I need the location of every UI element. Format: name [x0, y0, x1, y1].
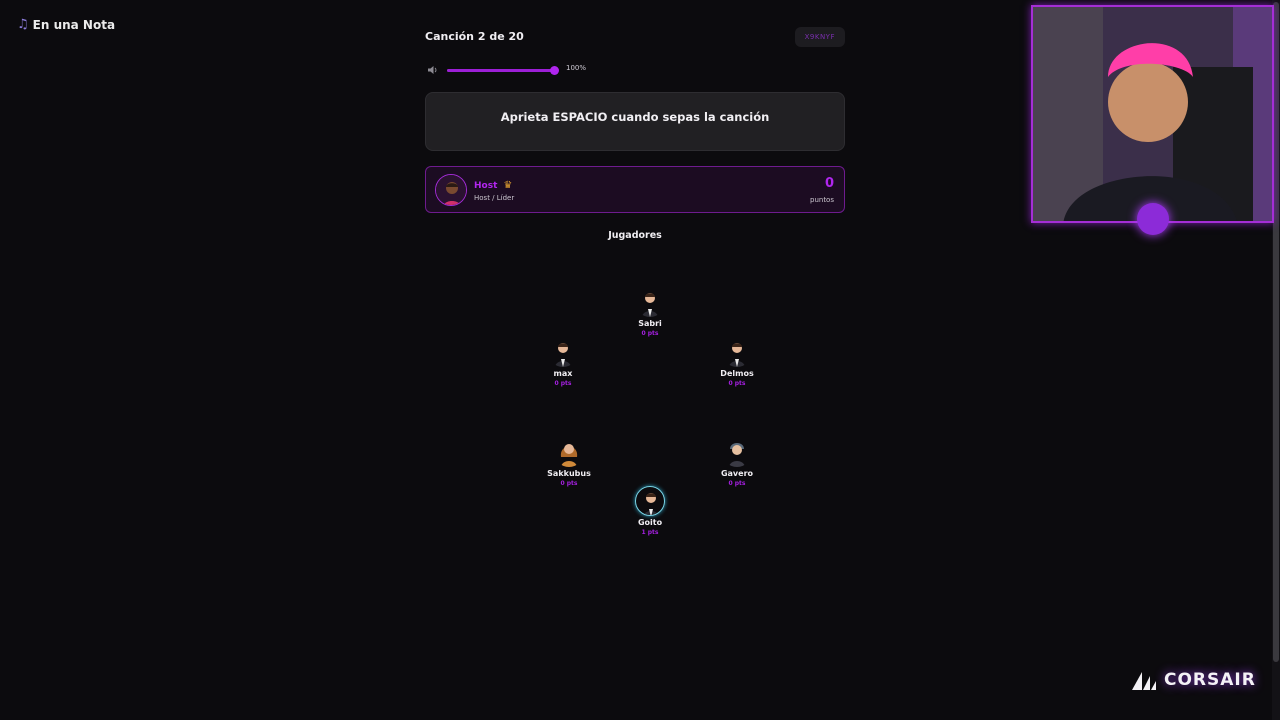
- room-code-badge[interactable]: X9KNYF: [794, 27, 845, 47]
- host-role: Host / Líder: [474, 194, 515, 202]
- player-name: Sakkubus: [547, 469, 591, 478]
- app-brand[interactable]: ♫ En una Nota: [17, 17, 115, 32]
- host-name: Host: [474, 180, 498, 191]
- host-points: 0: [824, 176, 834, 191]
- player-points: 0 pts: [641, 330, 659, 337]
- player-points: 0 pts: [560, 480, 578, 487]
- streamer-logo-badge: [1137, 203, 1169, 235]
- host-name-row: Host ♛: [474, 180, 512, 191]
- webcam-image: [1033, 7, 1272, 221]
- player-points: 1 pts: [641, 529, 659, 536]
- player-card: Goito 1 pts: [615, 486, 685, 536]
- song-counter: Canción 2 de 20: [425, 30, 524, 43]
- volume-slider[interactable]: [447, 66, 559, 75]
- player-name: Goito: [637, 518, 663, 527]
- speaker-icon[interactable]: [427, 64, 439, 76]
- player-card: Delmos 0 pts: [702, 337, 772, 387]
- player-avatar: [548, 337, 578, 367]
- player-name: Gavero: [720, 469, 754, 478]
- music-note-icon: ♫: [17, 17, 29, 32]
- player-card: Gavero 0 pts: [702, 437, 772, 487]
- app-title: En una Nota: [32, 17, 116, 32]
- player-card: Sabri 0 pts: [615, 287, 685, 337]
- player-name: Sabri: [638, 319, 662, 328]
- sponsor-name: CORSAIR: [1164, 670, 1256, 690]
- webcam-overlay: [1031, 5, 1274, 223]
- player-name: Delmos: [720, 369, 754, 378]
- players-heading: Jugadores: [608, 230, 662, 241]
- host-avatar: [435, 174, 467, 206]
- player-avatar: [635, 486, 665, 516]
- volume-control: 100%: [425, 63, 625, 77]
- game-header: Canción 2 de 20 X9KNYF: [425, 27, 845, 47]
- player-avatar: [635, 287, 665, 317]
- player-card: max 0 pts: [528, 337, 598, 387]
- player-avatar: [722, 437, 752, 467]
- sponsor-logo: CORSAIR: [1130, 670, 1256, 690]
- volume-slider-fill: [447, 69, 555, 72]
- volume-slider-handle[interactable]: [550, 66, 559, 75]
- host-points-label: puntos: [810, 196, 834, 204]
- buzzer-prompt: Aprieta ESPACIO cuando sepas la canción: [425, 92, 845, 151]
- corsair-sails-icon: [1132, 672, 1156, 690]
- volume-percent: 100%: [566, 64, 587, 72]
- host-card: Host ♛ Host / Líder 0 puntos: [425, 166, 845, 213]
- player-name: max: [553, 369, 573, 378]
- player-avatar: [554, 437, 584, 467]
- player-points: 0 pts: [728, 380, 746, 387]
- player-points: 0 pts: [554, 380, 572, 387]
- player-points: 0 pts: [728, 480, 746, 487]
- crown-icon: ♛: [503, 180, 513, 191]
- player-card: Sakkubus 0 pts: [534, 437, 604, 487]
- player-avatar: [722, 337, 752, 367]
